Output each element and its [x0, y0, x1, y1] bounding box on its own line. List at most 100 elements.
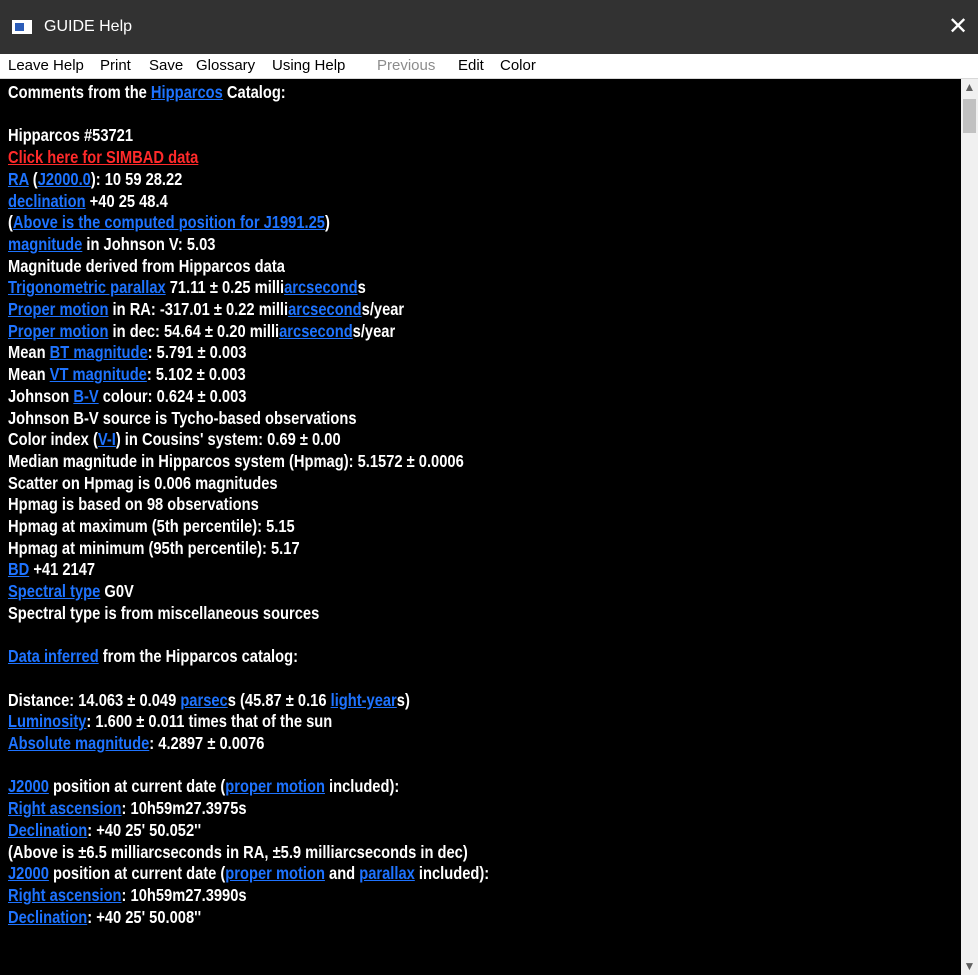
hyperlink[interactable]: arcsecond [288, 299, 362, 319]
text-segment: Color index ( [8, 429, 98, 450]
scroll-up-arrow-icon[interactable]: ▲ [961, 79, 978, 96]
hyperlink[interactable]: J2000.0 [38, 169, 91, 189]
hyperlink[interactable]: B-V [73, 386, 98, 406]
text-segment: : 5.102 ± 0.003 [146, 364, 246, 385]
text-segment: : 1.600 ± 0.011 times that of the sun [86, 711, 333, 732]
help-line: Luminosity: 1.600 ± 0.011 times that of … [8, 710, 332, 732]
text-segment: ( [28, 168, 38, 189]
menu-color[interactable]: Color [500, 57, 536, 74]
help-line: magnitude in Johnson V: 5.03 [8, 233, 215, 255]
menu-using-help[interactable]: Using Help [272, 57, 345, 74]
hyperlink[interactable]: Data inferred [8, 646, 99, 666]
text-segment: included): [414, 863, 490, 884]
hyperlink[interactable]: V-I [98, 429, 116, 449]
menu-save[interactable]: Save [149, 57, 183, 74]
text-segment: Median magnitude in Hipparcos system (Hp… [8, 450, 464, 471]
hyperlink[interactable]: parallax [359, 863, 415, 883]
text-segment: s [357, 277, 366, 298]
hyperlink[interactable]: Right ascension [8, 885, 122, 905]
vertical-scrollbar[interactable]: ▲ ▼ [961, 79, 978, 975]
text-segment: ): 10 59 28.22 [90, 168, 183, 189]
hyperlink[interactable]: Proper motion [8, 299, 108, 319]
text-segment: Distance: 14.063 ± 0.049 [8, 689, 181, 710]
close-button[interactable]: ✕ [938, 10, 978, 44]
simbad-link[interactable]: Click here for SIMBAD data [8, 147, 198, 167]
title-bar: GUIDE Help ✕ [0, 0, 978, 54]
scroll-thumb[interactable] [963, 99, 976, 133]
menu-bar: Leave Help Print Save Glossary Using Hel… [0, 54, 978, 79]
menu-print[interactable]: Print [100, 57, 131, 74]
hyperlink[interactable]: Right ascension [8, 798, 122, 818]
hyperlink[interactable]: declination [8, 191, 86, 211]
window-title: GUIDE Help [44, 18, 133, 35]
hyperlink[interactable]: proper motion [225, 776, 325, 796]
help-line: Hpmag is based on 98 observations [8, 493, 259, 515]
hyperlink[interactable]: Proper motion [8, 321, 108, 341]
help-line: RA (J2000.0): 10 59 28.22 [8, 168, 182, 190]
text-segment: Hipparcos #53721 [8, 125, 134, 146]
help-line: Declination: +40 25' 50.008'' [8, 906, 201, 928]
scroll-down-arrow-icon[interactable]: ▼ [961, 958, 978, 975]
help-line: Mean VT magnitude: 5.102 ± 0.003 [8, 363, 246, 385]
text-segment: in Johnson V: 5.03 [82, 233, 216, 254]
text-segment: included): [324, 776, 400, 797]
help-line: Johnson B-V colour: 0.624 ± 0.003 [8, 385, 246, 407]
help-line: (Above is ±6.5 milliarcseconds in RA, ±5… [8, 841, 468, 863]
text-segment: Johnson B-V source is Tycho-based observ… [8, 407, 357, 428]
text-segment: Johnson [8, 385, 74, 406]
text-segment: : 10h59m27.3990s [121, 884, 247, 905]
text-segment: s/year [352, 320, 396, 341]
hyperlink[interactable]: Declination [8, 907, 87, 927]
menu-edit[interactable]: Edit [458, 57, 484, 74]
help-line: Right ascension: 10h59m27.3975s [8, 797, 247, 819]
text-segment: G0V [100, 581, 134, 602]
help-line: Click here for SIMBAD data [8, 146, 198, 168]
hyperlink[interactable]: RA [8, 169, 29, 189]
text-segment: Hpmag at maximum (5th percentile): 5.15 [8, 516, 295, 536]
hyperlink[interactable]: light-year [331, 690, 397, 710]
hyperlink[interactable]: Hipparcos [151, 82, 223, 102]
hyperlink[interactable]: J2000 [8, 776, 49, 796]
help-line: Hpmag at maximum (5th percentile): 5.15 [8, 515, 295, 537]
hyperlink[interactable]: J2000 [8, 863, 49, 883]
help-line: Right ascension: 10h59m27.3990s [8, 884, 247, 906]
hyperlink[interactable]: arcsecond [284, 277, 358, 297]
hyperlink[interactable]: VT magnitude [50, 364, 147, 384]
text-segment: : 4.2897 ± 0.0076 [149, 733, 265, 753]
text-segment: position at current date ( [48, 776, 226, 797]
text-segment: Hpmag at minimum (95th percentile): 5.17 [8, 537, 300, 558]
hyperlink[interactable]: Trigonometric parallax [8, 277, 166, 297]
text-segment: Catalog: [222, 82, 286, 102]
hyperlink[interactable]: arcsecond [279, 321, 353, 341]
text-segment: : +40 25' 50.008'' [87, 906, 202, 927]
help-line: Magnitude derived from Hipparcos data [8, 255, 285, 277]
help-line: declination +40 25 48.4 [8, 190, 168, 212]
hyperlink[interactable]: magnitude [8, 234, 82, 254]
hyperlink[interactable]: BD [8, 559, 29, 579]
text-segment: s/year [361, 299, 405, 319]
hyperlink[interactable]: BT magnitude [50, 342, 148, 362]
help-line: Spectral type G0V [8, 580, 134, 602]
help-line: Comments from the Hipparcos Catalog: [8, 81, 286, 103]
hyperlink[interactable]: Absolute magnitude [8, 733, 149, 753]
text-segment: Magnitude derived from Hipparcos data [8, 255, 285, 276]
hyperlink[interactable]: Spectral type [8, 581, 100, 601]
menu-glossary[interactable]: Glossary [196, 57, 255, 74]
text-segment: Hpmag is based on 98 observations [8, 494, 259, 515]
text-segment: ) [324, 212, 330, 233]
hyperlink[interactable]: Luminosity [8, 711, 86, 731]
hyperlink[interactable]: proper motion [225, 863, 325, 883]
help-line: Median magnitude in Hipparcos system (Hp… [8, 450, 464, 472]
help-content: Comments from the Hipparcos Catalog: Hipp… [0, 79, 961, 975]
hyperlink[interactable]: Above is the computed position for J1991… [13, 212, 325, 232]
hyperlink[interactable]: parsec [180, 690, 227, 710]
text-segment: in dec: 54.64 ± 0.20 milli [108, 320, 280, 341]
help-line: Trigonometric parallax 71.11 ± 0.25 mill… [8, 276, 366, 298]
text-segment: Spectral type is from miscellaneous sour… [8, 602, 320, 623]
help-line: Proper motion in dec: 54.64 ± 0.20 milli… [8, 320, 395, 342]
text-segment: Mean [8, 342, 50, 363]
hyperlink[interactable]: Declination [8, 820, 87, 840]
menu-leave-help[interactable]: Leave Help [8, 57, 84, 74]
help-line: Scatter on Hpmag is 0.006 magnitudes [8, 472, 278, 494]
help-line: BD +41 2147 [8, 558, 95, 580]
